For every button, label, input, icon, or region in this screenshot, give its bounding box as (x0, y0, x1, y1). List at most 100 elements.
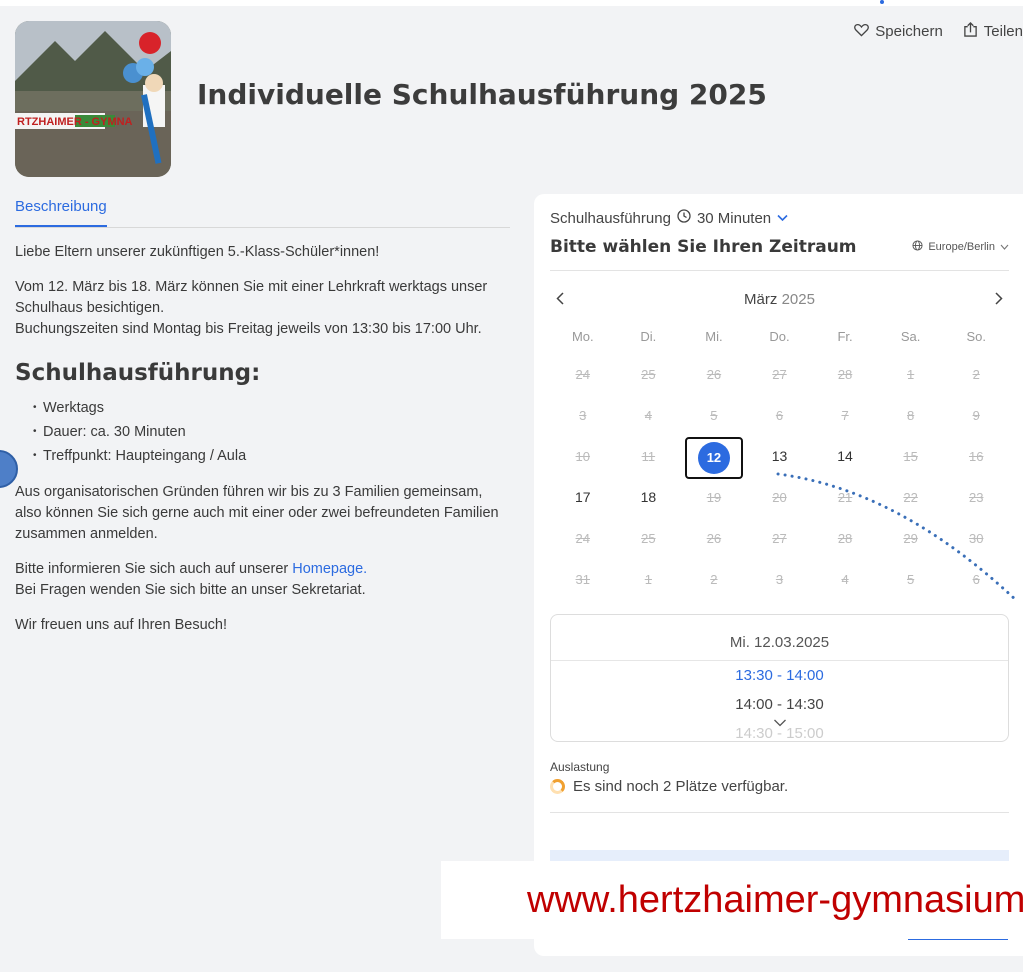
groups-paragraph: Aus organisatorischen Gründen führen wir… (15, 484, 499, 542)
info-paragraph: Bitte informieren Sie sich auch auf unse… (15, 559, 510, 601)
service-name: Schulhausführung (550, 209, 671, 227)
event-image: RTZHAIMER - GYMNA (15, 21, 171, 177)
clock-icon (677, 209, 691, 227)
calendar-day: 1 (644, 572, 652, 587)
selected-date: Mi. 12.03.2025 (551, 615, 1008, 661)
share-button[interactable]: Teilen (963, 22, 1023, 41)
time-slot[interactable]: 14:00 - 14:30 (551, 690, 1008, 719)
calendar-day: 19 (706, 490, 722, 505)
info-prefix: Bitte informieren Sie sich auch auf unse… (15, 561, 293, 577)
utilization-row: Es sind noch 2 Plätze verfügbar. (550, 778, 1009, 813)
calendar-day: 22 (903, 490, 918, 505)
closing-text: Wir freuen uns auf Ihren Besuch! (15, 617, 227, 633)
calendar-day[interactable]: 13 (747, 436, 813, 477)
greeting-text: Liebe Eltern unserer zukünftigen 5.-Klas… (15, 244, 380, 260)
top-strip (0, 0, 1023, 6)
calendar-day: 6 (972, 572, 980, 587)
calendar-day: 5 (710, 408, 718, 423)
section-heading: Schulhausführung: (15, 360, 261, 386)
intro-paragraph: Vom 12. März bis 18. März können Sie mit… (15, 277, 510, 340)
calendar-day: 25 (641, 367, 656, 382)
calendar-day: 29 (903, 531, 918, 546)
weekday-header: Mo. (571, 329, 594, 344)
time-slot[interactable]: 13:30 - 14:00 (551, 661, 1008, 690)
calendar-day[interactable]: 18 (616, 477, 682, 518)
list-item: Werktags (33, 396, 510, 420)
globe-icon (912, 240, 923, 254)
month-label: März 2025 (744, 291, 815, 308)
prev-month-button[interactable] (550, 289, 570, 310)
month-navigation: März 2025 (550, 289, 1009, 310)
month-name: März (744, 291, 778, 308)
next-month-button[interactable] (989, 289, 1009, 310)
calendar-day: 21 (837, 490, 853, 505)
calendar-grid: Mo. Di. Mi. Do. Fr. Sa. So. 24 25 26 27 28 1 2 3 4 5 6 7 8 9… (550, 320, 1009, 600)
month-year: 2025 (781, 291, 815, 308)
share-icon (963, 22, 978, 41)
calendar-day: 1 (907, 367, 915, 382)
calendar-day: 9 (972, 408, 980, 423)
calendar-day: 16 (968, 449, 984, 464)
intro-line-2: Buchungszeiten sind Montag bis Freitag j… (15, 321, 482, 337)
choose-title: Bitte wählen Sie Ihren Zeitraum (550, 237, 857, 257)
selected-day-bubble: 12 (697, 441, 730, 474)
heart-icon (854, 23, 870, 41)
page-title: Individuelle Schulhausführung 2025 (197, 78, 767, 111)
calendar-day: 27 (772, 531, 787, 546)
calendar-day: 30 (968, 531, 984, 546)
utilization-ring-icon (550, 779, 565, 794)
weekday-header: So. (966, 329, 986, 344)
tab-description[interactable]: Beschreibung (15, 196, 107, 227)
calendar-day: 3 (775, 572, 784, 587)
timezone-label: Europe/Berlin (928, 241, 995, 253)
chevron-right-icon (995, 292, 1003, 305)
feature-list: Werktags Dauer: ca. 30 Minuten Treffpunk… (15, 396, 510, 468)
chevron-down-icon (777, 211, 788, 225)
weekday-header: Di. (640, 329, 657, 344)
calendar-day: 4 (644, 408, 652, 423)
calendar-day: 24 (575, 367, 591, 382)
booking-card: Schulhausführung 30 Minuten Bitte wählen… (534, 194, 1023, 956)
list-item: Treffpunkt: Haupteingang / Aula (33, 444, 510, 468)
calendar-day: 3 (579, 408, 587, 423)
weekday-header: Do. (769, 329, 790, 344)
calendar-day[interactable]: 17 (550, 477, 616, 518)
share-label: Teilen (983, 23, 1023, 40)
calendar-day: 31 (575, 572, 591, 587)
website-watermark: www.hertzhaimer-gymnasium.de (441, 861, 1023, 939)
chevron-down-icon[interactable] (773, 716, 786, 730)
weekday-header: Mi. (705, 329, 723, 344)
top-strip-mark (880, 0, 884, 4)
calendar-day: 8 (907, 408, 915, 423)
calendar-day: 7 (841, 408, 849, 423)
calendar-day: 2 (710, 572, 718, 587)
homepage-link[interactable]: Homepage. (292, 561, 367, 577)
calendar-day: 24 (575, 531, 591, 546)
calendar-day: 10 (575, 449, 591, 464)
calendar-day: 5 (907, 572, 915, 587)
timezone-selector[interactable]: Europe/Berlin (912, 240, 1009, 254)
service-duration: 30 Minuten (696, 209, 772, 227)
calendar-day[interactable]: 14 (812, 436, 878, 477)
calendar-day: 28 (837, 367, 853, 382)
calendar-day: 20 (772, 490, 787, 505)
calendar-day-selected[interactable]: 12 (681, 436, 747, 479)
intro-line-1: Vom 12. März bis 18. März können Sie mit… (15, 279, 488, 316)
tab-bar: Beschreibung (15, 195, 510, 228)
calendar-day: 27 (772, 367, 787, 382)
calendar-day: 23 (968, 490, 984, 505)
top-actions: Speichern Teilen (854, 22, 1023, 41)
service-selector[interactable]: Schulhausführung 30 Minuten (550, 209, 1009, 227)
calendar-day: 4 (841, 572, 849, 587)
choose-row: Bitte wählen Sie Ihren Zeitraum Europe/B… (550, 237, 1009, 271)
list-item: Dauer: ca. 30 Minuten (33, 420, 510, 444)
description-panel: Beschreibung Liebe Eltern unserer zukünf… (15, 195, 510, 636)
save-button[interactable]: Speichern (854, 22, 943, 41)
calendar-day: 25 (641, 531, 656, 546)
save-label: Speichern (875, 23, 943, 40)
calendar-day: 15 (903, 449, 918, 464)
chevron-left-icon (556, 292, 564, 305)
calendar-day: 11 (641, 449, 656, 464)
calendar-day: 26 (706, 531, 722, 546)
utilization-label: Auslastung (550, 760, 610, 774)
